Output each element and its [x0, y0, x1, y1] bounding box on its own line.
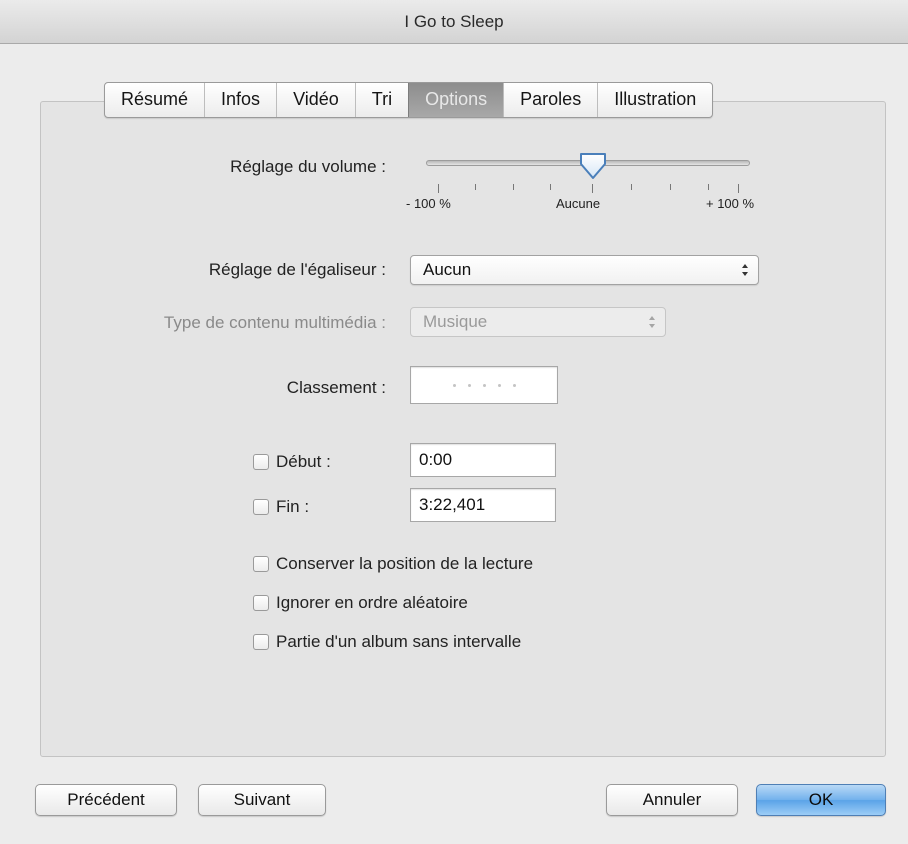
equalizer-label: Réglage de l'égaliseur : [208, 260, 386, 279]
rating-dot [497, 383, 501, 387]
media-kind-popup[interactable]: Musique [410, 307, 666, 337]
tab-info[interactable]: Infos [204, 83, 276, 117]
equalizer-popup[interactable]: Aucun [410, 255, 759, 285]
next-button[interactable]: Suivant [198, 784, 326, 816]
tab-video[interactable]: Vidéo [276, 83, 355, 117]
volume-tick [513, 184, 514, 190]
volume-label: Réglage du volume : [230, 157, 386, 176]
stop-checkbox[interactable] [253, 499, 269, 515]
tab-lyrics[interactable]: Paroles [503, 83, 597, 117]
rating-dot [467, 383, 471, 387]
volume-tick [438, 184, 439, 193]
start-time-field[interactable]: 0:00 [410, 443, 556, 477]
tab-options[interactable]: Options [408, 83, 504, 117]
previous-button[interactable]: Précédent [35, 784, 177, 816]
gapless-album-checkbox[interactable] [253, 634, 269, 650]
stop-label: Fin : [276, 497, 310, 516]
start-checkbox[interactable] [253, 454, 269, 470]
volume-tick [738, 184, 739, 193]
rating-dot [452, 383, 456, 387]
volume-tick [475, 184, 476, 190]
volume-tick [670, 184, 671, 190]
window-title: I Go to Sleep [404, 12, 504, 31]
media-kind-value: Musique [423, 312, 488, 331]
popup-arrows-icon [649, 316, 655, 328]
skip-shuffle-label: Ignorer en ordre aléatoire [276, 593, 468, 612]
popup-arrows-icon [742, 264, 748, 276]
remember-position-label: Conserver la position de la lecture [276, 554, 534, 573]
tab-artwork[interactable]: Illustration [597, 83, 712, 117]
remember-position-checkbox[interactable] [253, 556, 269, 572]
cancel-button[interactable]: Annuler [606, 784, 738, 816]
equalizer-value: Aucun [423, 260, 472, 279]
tab-summary[interactable]: Résumé [105, 83, 204, 117]
tab-bar: Résumé Infos Vidéo Tri Options Paroles I… [104, 82, 714, 118]
gapless-album-option[interactable]: Partie d'un album sans intervalle [253, 632, 521, 652]
volume-tick [631, 184, 632, 190]
title-bar: I Go to Sleep [0, 0, 908, 44]
volume-min-label: - 100 % [406, 196, 451, 211]
volume-mid-label: Aucune [556, 196, 601, 211]
skip-shuffle-option[interactable]: Ignorer en ordre aléatoire [253, 593, 468, 613]
volume-slider-thumb[interactable] [578, 151, 608, 181]
volume-tick [708, 184, 709, 190]
volume-max-label: + 100 % [706, 196, 755, 211]
stop-option[interactable]: Fin : [253, 497, 309, 517]
rating-dot [482, 383, 486, 387]
options-panel [40, 101, 886, 757]
start-option[interactable]: Début : [253, 452, 331, 472]
skip-shuffle-checkbox[interactable] [253, 595, 269, 611]
gapless-album-label: Partie d'un album sans intervalle [276, 632, 522, 651]
media-kind-label: Type de contenu multimédia : [163, 313, 386, 332]
start-label: Début : [276, 452, 331, 471]
tab-sorting[interactable]: Tri [354, 83, 408, 117]
stop-time-field[interactable]: 3:22,401 [410, 488, 556, 522]
ok-button[interactable]: OK [756, 784, 886, 816]
rating-dot [512, 383, 516, 387]
volume-tick [550, 184, 551, 190]
volume-tick [592, 184, 593, 193]
rating-label: Classement : [286, 378, 386, 397]
rating-field[interactable] [410, 366, 558, 404]
remember-position-option[interactable]: Conserver la position de la lecture [253, 554, 533, 574]
